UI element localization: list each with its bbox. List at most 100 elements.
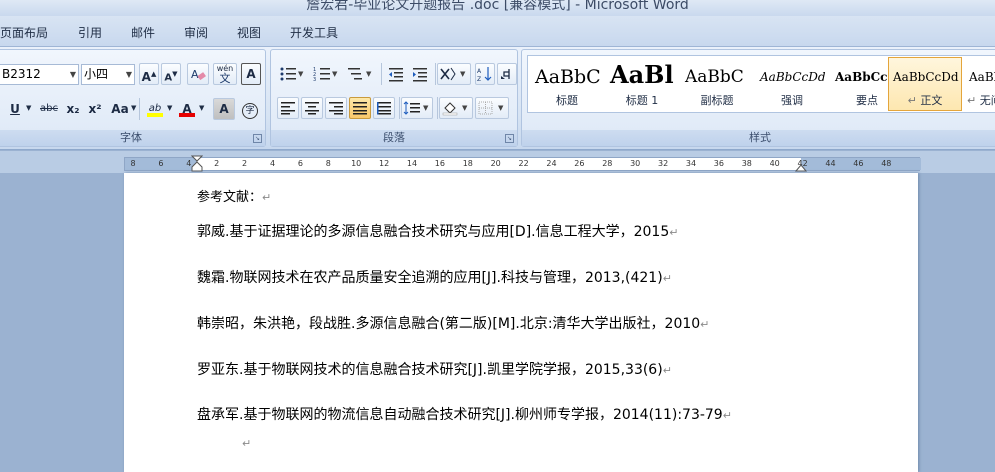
style-heading-1[interactable]: AaBl 标题 1 bbox=[605, 57, 679, 111]
svg-text:3: 3 bbox=[313, 77, 316, 82]
tab-review[interactable]: 审阅 bbox=[184, 24, 208, 41]
style-name: 标题 1 bbox=[625, 94, 659, 107]
chevron-down-icon[interactable]: ▼ bbox=[26, 104, 31, 112]
wen-char-icon: 文 bbox=[219, 72, 231, 85]
ruler-tick-label: 36 bbox=[713, 159, 724, 168]
ruler-tick-label: 46 bbox=[853, 159, 864, 168]
ruler-tick-label: 30 bbox=[630, 159, 641, 168]
chevron-down-icon[interactable]: ▼ bbox=[131, 104, 136, 112]
tab-developer[interactable]: 开发工具 bbox=[290, 24, 338, 41]
reference-item: 罗亚东.基于物联网技术的信息融合技术研究[J].凯里学院学报，2015,33(6… bbox=[197, 359, 672, 379]
align-left-button[interactable] bbox=[277, 97, 299, 119]
document-page[interactable]: 参考文献：↵ 郭威.基于证据理论的多源信息融合技术研究与应用[D].信息工程大学… bbox=[124, 173, 918, 472]
bullet-list-icon: ▼ bbox=[280, 67, 304, 81]
align-center-icon bbox=[305, 102, 319, 115]
distribute-button[interactable] bbox=[373, 97, 395, 119]
paint-bucket-icon: ▼ bbox=[442, 102, 468, 116]
clear-format-button[interactable]: A bbox=[187, 63, 209, 85]
svg-text:▼: ▼ bbox=[423, 104, 429, 112]
underline-button[interactable]: U bbox=[7, 98, 23, 120]
char-shading-button[interactable]: A bbox=[213, 98, 235, 120]
tab-view[interactable]: 视图 bbox=[237, 24, 261, 41]
line-spacing-icon: ▼ bbox=[403, 101, 429, 115]
font-size-value: 小四 bbox=[84, 67, 109, 81]
ruler-tick-label: 20 bbox=[490, 159, 501, 168]
reference-text: 盘承军.基于物联网的物流信息自动融合技术研究[J].柳州师专学报，2014(11… bbox=[197, 407, 723, 423]
svg-text:Z: Z bbox=[477, 76, 481, 82]
style-subtitle[interactable]: AaBbC 副标题 bbox=[680, 57, 754, 111]
indent-marker-icon[interactable] bbox=[191, 155, 203, 173]
line-spacing-button[interactable]: ▼ bbox=[401, 97, 433, 119]
window-title: 詹宏君-毕业论文开题报告 .doc [兼容模式] - Microsoft Wor… bbox=[306, 0, 689, 13]
chevron-down-icon[interactable]: ▼ bbox=[167, 104, 172, 112]
tab-mailings[interactable]: 邮件 bbox=[131, 24, 155, 41]
align-right-button[interactable] bbox=[325, 97, 347, 119]
decrease-indent-button[interactable] bbox=[385, 63, 407, 85]
increase-indent-button[interactable] bbox=[409, 63, 431, 85]
style-name: ↵ 正文 bbox=[907, 94, 943, 107]
highlight-color-bar bbox=[147, 113, 163, 117]
heading-text: 参考文献： bbox=[197, 190, 263, 205]
reference-item: 盘承军.基于物联网的物流信息自动融合技术研究[J].柳州师专学报，2014(11… bbox=[197, 404, 732, 424]
char-border-button[interactable]: A bbox=[241, 63, 261, 85]
paragraph-group: ▼ 1 2 3 ▼ ▼ ▼ AZ ▼ ▼ ▼ 段落 ↘ bbox=[270, 49, 518, 147]
highlight-button[interactable]: ab bbox=[145, 98, 165, 120]
style-no-spacing[interactable]: AaBb ↵ 无间 bbox=[964, 57, 995, 111]
font-size-combo[interactable]: 小四 ▼ bbox=[81, 64, 135, 85]
paragraph-mark: ↵ bbox=[662, 272, 672, 285]
ruler-tick-label: 8 bbox=[130, 159, 136, 168]
enclose-char-button[interactable]: 字 bbox=[239, 98, 261, 120]
paragraph-mark-icon bbox=[501, 69, 510, 79]
horizontal-ruler[interactable]: 8 6 4 2 2 4 6 8 10 12 14 16 18 20 22 24 26 28 30 32 34 36 38 40… bbox=[124, 155, 921, 173]
style-normal[interactable]: AaBbCcDd ↵ 正文 bbox=[888, 57, 962, 111]
style-sample: AaBbC bbox=[535, 66, 601, 88]
numbered-list-icon: 123▼ bbox=[313, 67, 338, 83]
tab-page-layout[interactable]: 页面布局 bbox=[0, 24, 48, 41]
superscript-button[interactable]: x² bbox=[85, 98, 105, 120]
justify-icon bbox=[353, 102, 367, 115]
ruler-tick-label: 4 bbox=[269, 159, 276, 168]
font-group-label: 字体 bbox=[0, 130, 265, 146]
style-emphasis[interactable]: AaBbCcDd 强调 bbox=[755, 57, 829, 111]
chinese-layout-button[interactable]: ▼ bbox=[437, 63, 471, 85]
subscript-button[interactable]: x₂ bbox=[63, 98, 83, 120]
reference-item: 魏霜.物联网技术在农产品质量安全追溯的应用[J].科技与管理，2013,(421… bbox=[197, 267, 672, 287]
chevron-down-icon[interactable]: ▼ bbox=[199, 104, 204, 112]
grow-font-button[interactable]: A▲ bbox=[139, 63, 159, 85]
font-color-button[interactable]: A bbox=[177, 98, 197, 120]
sort-button[interactable]: AZ bbox=[475, 63, 495, 85]
show-marks-button[interactable] bbox=[497, 63, 517, 85]
chinese-layout-icon: ▼ bbox=[440, 67, 466, 81]
numbering-button[interactable]: 1 2 3 ▼ bbox=[311, 63, 341, 85]
shrink-font-button[interactable]: A▼ bbox=[161, 63, 181, 85]
justify-button[interactable] bbox=[349, 97, 371, 119]
paragraph-mark: ↵ bbox=[669, 226, 679, 239]
chevron-down-icon: ▼ bbox=[125, 70, 132, 79]
style-title[interactable]: AaBbC 标题 bbox=[530, 57, 604, 111]
paragraph-dialog-launcher[interactable]: ↘ bbox=[505, 134, 514, 143]
font-group: B2312 ▼ 小四 ▼ A▲ A▼ A wén 文 A U ▼ abc x₂ x… bbox=[0, 49, 266, 147]
change-case-button[interactable]: Aa bbox=[109, 98, 131, 120]
reference-text: 韩崇昭，朱洪艳，段战胜.多源信息融合(第二版)[M].北京:清华大学出版社，20… bbox=[197, 316, 701, 332]
font-name-combo[interactable]: B2312 ▼ bbox=[0, 64, 79, 85]
bullets-button[interactable]: ▼ bbox=[277, 63, 307, 85]
style-sample: AaBb bbox=[969, 70, 995, 84]
font-dialog-launcher[interactable]: ↘ bbox=[253, 134, 262, 143]
strikethrough-button[interactable]: abc bbox=[37, 98, 61, 120]
ruler-tick-label: 18 bbox=[462, 159, 473, 168]
align-center-button[interactable] bbox=[301, 97, 323, 119]
char-shading-icon: A bbox=[219, 102, 229, 116]
tab-references[interactable]: 引用 bbox=[78, 24, 102, 41]
separator bbox=[437, 97, 438, 119]
phonetic-guide-button[interactable]: wén 文 bbox=[213, 63, 237, 85]
shading-button[interactable]: ▼ bbox=[439, 97, 473, 119]
right-indent-marker-icon[interactable] bbox=[795, 161, 807, 173]
empty-paragraph: ↵ bbox=[242, 435, 251, 451]
borders-button[interactable]: ▼ bbox=[475, 97, 509, 119]
svg-text:▼: ▼ bbox=[498, 104, 504, 112]
ruler-tick-label: 44 bbox=[825, 159, 836, 168]
font-name-value: B2312 bbox=[2, 67, 41, 81]
ruler-tick-label: 34 bbox=[685, 159, 697, 168]
multilevel-list-icon: ▼ bbox=[348, 68, 372, 80]
multilevel-list-button[interactable]: ▼ bbox=[345, 63, 377, 85]
